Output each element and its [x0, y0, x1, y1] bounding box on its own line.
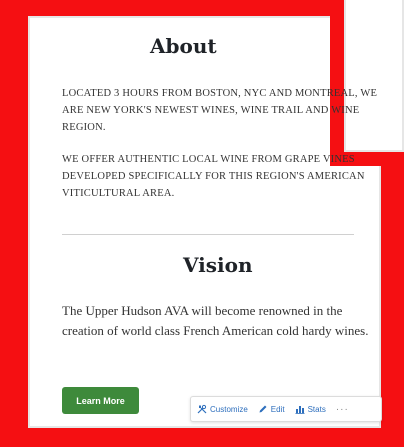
customize-button[interactable]: Customize	[197, 404, 248, 414]
about-paragraph-1: LOCATED 3 HOURS FROM BOSTON, NYC AND MON…	[62, 88, 378, 133]
stats-button[interactable]: Stats	[295, 404, 326, 414]
block-toolbar: Customize Edit Stats ···	[190, 396, 382, 422]
about-heading: About	[150, 34, 217, 58]
stats-label: Stats	[307, 404, 326, 414]
about-text: LOCATED 3 HOURS FROM BOSTON, NYC AND MON…	[62, 85, 380, 217]
edit-label: Edit	[270, 404, 285, 414]
vision-heading: Vision	[183, 253, 253, 277]
vision-text: The Upper Hudson AVA will become renowne…	[62, 303, 369, 338]
section-divider	[62, 234, 354, 235]
content-panel	[28, 16, 381, 428]
learn-more-button[interactable]: Learn More	[62, 387, 139, 414]
pencil-icon	[258, 404, 268, 414]
about-paragraph-2: WE OFFER AUTHENTIC LOCAL WINE FROM GRAPE…	[62, 154, 365, 199]
customize-label: Customize	[210, 404, 248, 414]
bar-chart-icon	[295, 404, 305, 414]
wrench-screwdriver-icon	[197, 404, 207, 414]
ellipsis-icon[interactable]: ···	[336, 404, 349, 415]
edit-button[interactable]: Edit	[258, 404, 285, 414]
